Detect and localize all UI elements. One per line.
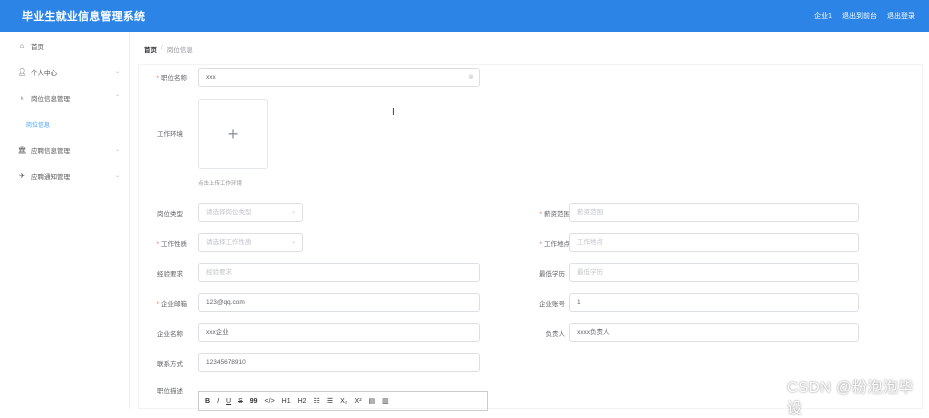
chevron-down-icon: ⌄: [114, 69, 120, 75]
breadcrumb-home[interactable]: 首页: [144, 44, 157, 54]
sidebar-item-home[interactable]: ⌂ 首页: [0, 33, 129, 59]
form-panel: * 职位名称 xxx ⊗ 工作环境 + 点击上传工作环境 岗位类型 请选择岗位类型…: [138, 64, 923, 411]
account-label: 企业账号: [539, 301, 565, 308]
work-env-label: 工作环境: [157, 131, 183, 138]
manager-input[interactable]: xxxx负责人: [569, 323, 859, 342]
job-name-input[interactable]: xxx ⊗: [198, 68, 480, 87]
company-name-label: 企业名称: [157, 331, 183, 338]
user-icon: 👤︎: [17, 69, 27, 76]
sidebar: ⌂ 首页 👤︎ 个人中心 ⌄ ♁ 岗位信息管理 ⌃ 岗位信息 🏛︎ 应聘信息管理…: [0, 32, 130, 409]
sidebar-item-label: 应聘信息管理: [31, 148, 70, 155]
contact-label: 联系方式: [157, 361, 183, 368]
description-label: 职位描述: [157, 388, 183, 395]
work-nature-label: * 工作性质: [156, 241, 187, 248]
manager-label: 负责人: [545, 331, 566, 338]
email-label: * 企业邮箱: [156, 301, 187, 308]
sidebar-item-label: 个人中心: [31, 70, 57, 77]
back-to-front-link[interactable]: 退出到前台: [842, 11, 877, 21]
sidebar-item-label: 岗位信息管理: [31, 96, 70, 103]
logout-link[interactable]: 退出登录: [887, 11, 915, 21]
sidebar-item-job-management[interactable]: ♁ 岗位信息管理 ⌃: [0, 85, 129, 111]
text-cursor-icon: I: [392, 107, 395, 118]
outdent-button[interactable]: ▥: [382, 397, 389, 405]
underline-button[interactable]: U: [226, 398, 231, 405]
chevron-down-icon: ⌄: [114, 147, 120, 153]
ordered-list-button[interactable]: ☷: [314, 397, 320, 405]
contact-input[interactable]: 12345678910: [198, 353, 480, 372]
sidebar-item-application-management[interactable]: 🏛︎ 应聘信息管理 ⌄: [0, 137, 129, 163]
breadcrumb: 首页 / 岗位信息: [144, 44, 193, 54]
clear-icon[interactable]: ⊗: [468, 69, 474, 86]
sidebar-item-personal-center[interactable]: 👤︎ 个人中心 ⌄: [0, 59, 129, 85]
header-links: 企业1 退出到前台 退出登录: [814, 11, 915, 21]
sidebar-subitem-job-info[interactable]: 岗位信息: [0, 111, 129, 137]
rich-text-toolbar: B I U S 99 </> H1 H2 ☷ ☰ X₂ X² ▤ ▥: [198, 391, 488, 411]
sidebar-item-notice-management[interactable]: ✈︎ 应聘通知管理 ⌄: [0, 163, 129, 189]
send-icon: ✈︎: [19, 173, 25, 180]
breadcrumb-separator: /: [161, 44, 163, 51]
account-input[interactable]: 1: [569, 293, 859, 312]
quote-button[interactable]: 99: [250, 398, 258, 405]
work-nature-select[interactable]: 请选择工作性质 ⌄: [198, 233, 303, 252]
job-name-label: * 职位名称: [156, 75, 187, 82]
experience-label: 经验要求: [157, 271, 183, 278]
app-title: 毕业生就业信息管理系统: [22, 11, 146, 23]
superscript-button[interactable]: X²: [355, 398, 362, 405]
h2-button[interactable]: H2: [298, 398, 307, 405]
experience-input[interactable]: 经验要求: [198, 263, 480, 282]
top-header: 毕业生就业信息管理系统 企业1 退出到前台 退出登录: [0, 0, 929, 32]
h1-button[interactable]: H1: [282, 398, 291, 405]
strike-button[interactable]: S: [238, 398, 243, 405]
salary-input[interactable]: 薪资范围: [569, 203, 859, 222]
indent-button[interactable]: ▤: [369, 397, 376, 405]
sidebar-item-label: 应聘通知管理: [31, 174, 70, 181]
plus-icon: +: [227, 123, 239, 144]
bank-icon: 🏛︎: [17, 147, 27, 154]
current-user-link[interactable]: 企业1: [814, 11, 832, 21]
chevron-down-icon: ⌄: [290, 239, 296, 245]
work-location-label: * 工作地点: [539, 241, 570, 248]
education-input[interactable]: 最低学历: [569, 263, 859, 282]
job-type-select[interactable]: 请选择岗位类型 ⌄: [198, 203, 303, 222]
home-icon: ⌂: [19, 42, 25, 50]
sidebar-item-label: 首页: [31, 44, 44, 51]
chevron-down-icon: ⌄: [290, 209, 296, 215]
email-input[interactable]: 123@qq.com: [198, 293, 480, 312]
breadcrumb-current: 岗位信息: [166, 47, 193, 54]
bold-button[interactable]: B: [205, 398, 210, 405]
chevron-up-icon: ⌃: [114, 95, 120, 101]
salary-label: * 薪资范围: [539, 211, 570, 218]
education-label: 最低学历: [539, 271, 565, 278]
watermark: CSDN @粉泡泡毕设: [787, 379, 914, 417]
italic-button[interactable]: I: [217, 398, 219, 405]
main-content: 首页 / 岗位信息 * 职位名称 xxx ⊗ 工作环境 + 点击上传工作环境 岗位…: [130, 32, 929, 411]
chevron-down-icon: ⌄: [114, 173, 120, 179]
bulb-icon: ♁: [19, 94, 25, 102]
job-type-label: 岗位类型: [157, 211, 183, 218]
code-button[interactable]: </>: [265, 398, 275, 405]
image-upload-box[interactable]: +: [198, 99, 268, 169]
company-name-input[interactable]: xxx企业: [198, 323, 480, 342]
work-location-input[interactable]: 工作地点: [569, 233, 859, 252]
subscript-button[interactable]: X₂: [340, 398, 347, 405]
upload-tip: 点击上传工作环境: [198, 181, 243, 187]
sidebar-subitem-label: 岗位信息: [26, 122, 51, 129]
bullet-list-button[interactable]: ☰: [327, 397, 333, 405]
